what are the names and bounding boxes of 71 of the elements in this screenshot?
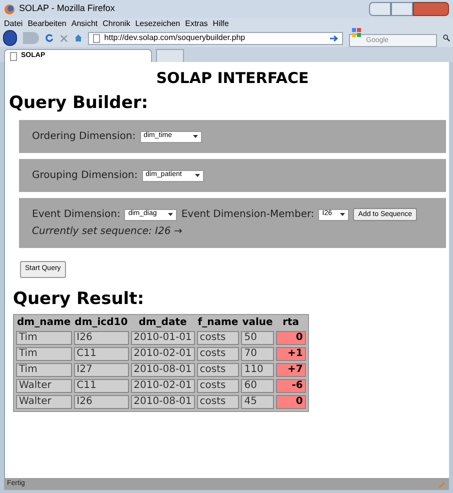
table-cell: Tim bbox=[16, 347, 72, 362]
sequence-text: Currently set sequence: I26 → bbox=[32, 225, 184, 239]
field-label: Grouping Dimension: bbox=[32, 169, 138, 183]
table-cell: 0 bbox=[276, 395, 306, 410]
table-cell: 70 bbox=[241, 347, 274, 362]
address-field[interactable]: http://dev.solap.com/soquerybuilder.php bbox=[88, 32, 343, 44]
column-header: rta bbox=[282, 317, 300, 330]
table-cell: 2010-08-01 bbox=[130, 395, 195, 410]
table-cell: Tim bbox=[16, 363, 72, 378]
back-button[interactable] bbox=[3, 30, 18, 46]
field-label: Event Dimension-Member: bbox=[181, 208, 314, 222]
forward-button[interactable] bbox=[23, 32, 39, 44]
caret-icon bbox=[168, 213, 174, 216]
table-cell: C11 bbox=[74, 379, 129, 394]
minimize-button[interactable] bbox=[369, 2, 391, 16]
window-title: SOLAP - Mozilla Firefox bbox=[19, 2, 115, 16]
menu-item[interactable]: Lesezeichen bbox=[135, 20, 180, 28]
table-cell: 0 bbox=[276, 331, 306, 346]
table-cell: 60 bbox=[241, 379, 274, 394]
table-cell: costs bbox=[196, 347, 240, 362]
table-cell: costs bbox=[196, 331, 240, 346]
table-cell: I26 bbox=[74, 395, 129, 410]
browser-logo-icon bbox=[4, 4, 15, 14]
page-title: SOLAP INTERFACE bbox=[156, 68, 309, 88]
table-cell: 2010-02-01 bbox=[130, 347, 195, 362]
caret-icon bbox=[194, 174, 200, 177]
section-heading: Query Result: bbox=[13, 288, 146, 310]
caret-icon bbox=[340, 213, 346, 216]
search-icon[interactable] bbox=[443, 34, 450, 42]
table-cell: C11 bbox=[74, 347, 129, 362]
table-cell: 2010-01-01 bbox=[130, 331, 195, 346]
arrow-icon[interactable] bbox=[330, 34, 338, 42]
table-cell: Walter bbox=[16, 395, 72, 410]
column-header: value bbox=[241, 317, 274, 330]
caret-icon bbox=[192, 135, 198, 138]
close-icon[interactable] bbox=[60, 34, 68, 42]
table-cell: costs bbox=[196, 363, 240, 378]
menu-item[interactable]: Hilfe bbox=[212, 20, 229, 28]
page-icon bbox=[93, 34, 100, 42]
table-cell: 2010-02-01 bbox=[130, 379, 195, 394]
table-cell: Tim bbox=[16, 331, 72, 346]
table-cell: 2010-08-01 bbox=[130, 363, 195, 378]
table-cell: I26 bbox=[74, 331, 129, 346]
table-cell: costs bbox=[196, 379, 240, 394]
table-cell: +1 bbox=[276, 347, 306, 362]
table-cell: 45 bbox=[241, 395, 274, 410]
table-cell: I27 bbox=[74, 363, 129, 378]
close-button[interactable] bbox=[413, 2, 449, 16]
menu-item[interactable]: Datei bbox=[4, 20, 23, 28]
table-cell: -6 bbox=[276, 379, 306, 394]
table-cell: Walter bbox=[16, 379, 72, 394]
menu-item[interactable]: Bearbeiten bbox=[28, 20, 66, 28]
new-tab-button[interactable] bbox=[156, 49, 184, 62]
table-cell: 110 bbox=[241, 363, 274, 378]
section-heading: Query Builder: bbox=[9, 92, 150, 114]
field-label: Ordering Dimension: bbox=[32, 130, 136, 144]
table-cell: +7 bbox=[276, 363, 306, 378]
reload-icon[interactable] bbox=[44, 33, 54, 43]
column-header: f_name bbox=[196, 317, 240, 330]
menu-item[interactable]: Chronik bbox=[102, 20, 130, 28]
home-icon[interactable] bbox=[74, 33, 82, 43]
table-cell: 50 bbox=[241, 331, 274, 346]
column-header: dm_date bbox=[138, 317, 188, 330]
maximize-button[interactable] bbox=[391, 2, 413, 16]
search-engine-icon bbox=[352, 28, 361, 37]
menu-item[interactable]: Extras bbox=[185, 20, 208, 28]
table-cell: costs bbox=[196, 395, 240, 410]
column-header: dm_icd10 bbox=[74, 317, 129, 330]
column-header: dm_name bbox=[16, 317, 72, 330]
field-label: Event Dimension: bbox=[32, 208, 120, 222]
menu-item[interactable]: Ansicht bbox=[71, 20, 98, 28]
